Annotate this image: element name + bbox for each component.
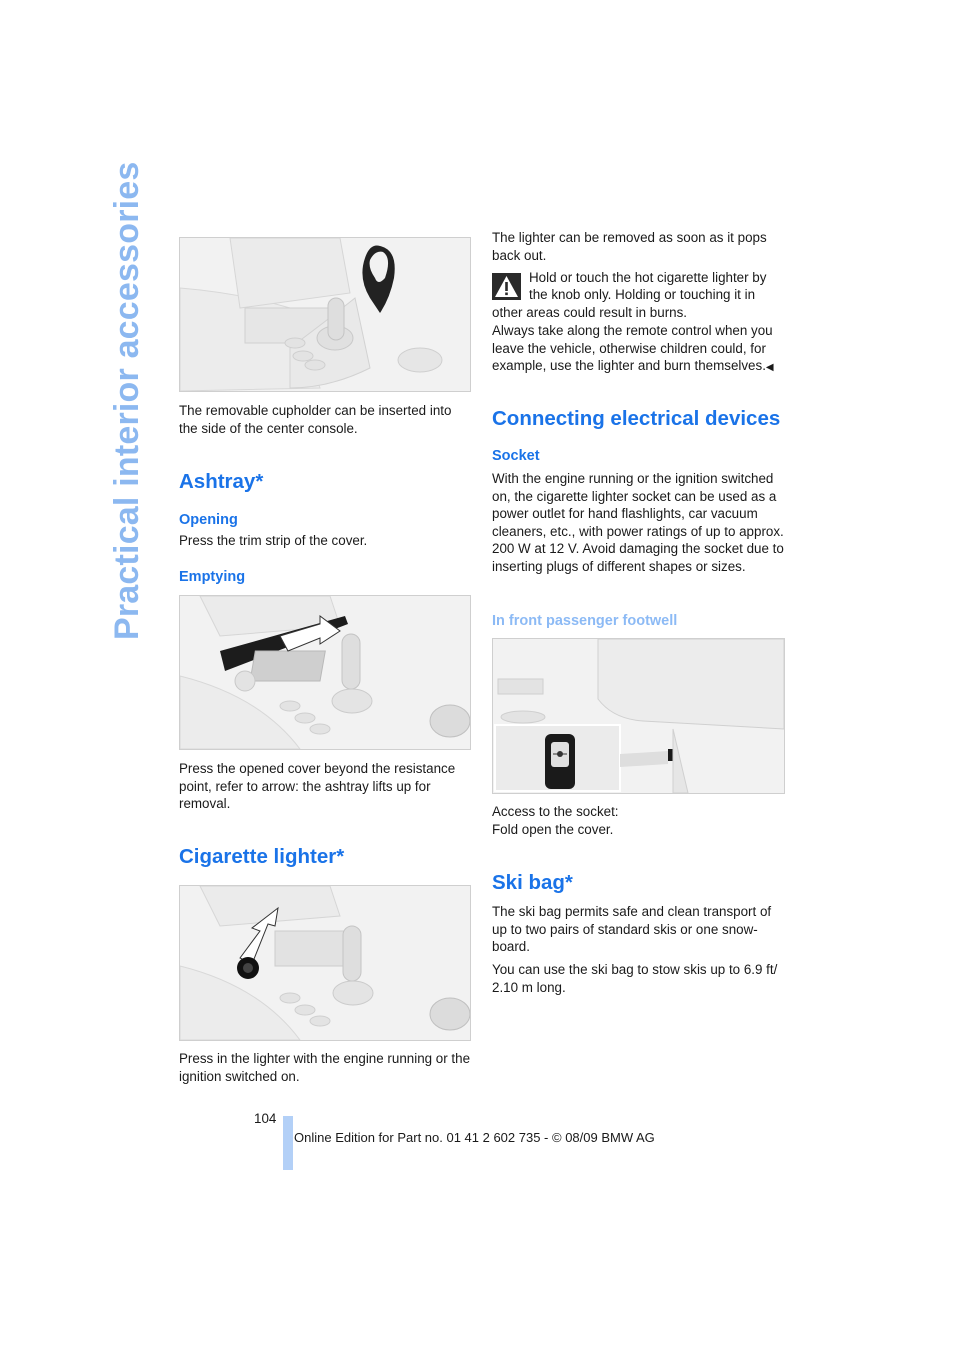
cupholder-illustration [179,237,471,392]
access-text-line1: Access to the socket: [492,804,619,819]
warning-text-remote: Always take along the remote control whe… [492,322,788,377]
ski-bag-text2: You can use the ski bag to stow skis up … [492,962,778,995]
cupholder-drawing [180,238,470,391]
emptying-text: Press the opened cover beyond the resist… [179,761,456,812]
warning-text-line1: Hold or touch the hot cigarette lighter … [529,270,767,285]
ashtray-drawing [180,596,470,749]
connecting-devices-heading: Connecting electrical devices [492,407,781,430]
warning-triangle-icon [492,273,521,300]
emptying-heading: Emptying [179,569,246,585]
warning-remote-text: Always take along the remote control whe… [492,323,773,374]
lighter-removed-text: The lighter can be removed as soon as it… [492,230,767,263]
cigarette-lighter-illustration [179,885,471,1041]
opening-text: Press the trim strip of the cover. [179,533,368,548]
footwell-heading: In front passenger footwell [492,613,678,629]
ashtray-illustration [179,595,471,750]
end-of-section-mark: ◀ [765,362,774,374]
cupholder-caption: The removable cupholder can be inserted … [179,403,452,436]
socket-text: With the engine running or the ignition … [492,471,784,574]
page-number: 104 [254,1111,277,1126]
ski-bag-text1: The ski bag permits safe and clean trans… [492,904,772,955]
edition-text: Online Edition for Part no. 01 41 2 602 … [294,1130,655,1145]
warning-text-rest: other areas could result in burns. [492,305,688,320]
ashtray-heading: Ashtray* [179,470,264,493]
cigarette-lighter-heading: Cigarette lighter* [179,845,345,868]
cigarette-lighter-text: Press in the lighter with the engine run… [179,1051,471,1084]
footwell-drawing [493,639,784,793]
opening-heading: Opening [179,512,238,528]
socket-heading: Socket [492,448,540,464]
lighter-drawing [180,886,470,1040]
footer-accent-bar [283,1116,293,1170]
ski-bag-heading: Ski bag* [492,871,573,894]
access-text-line2: Fold open the cover. [492,822,614,837]
warning-text-line2: the knob only. Holding or touching it in [529,287,756,302]
section-side-title: Practical interior accessories [108,161,146,641]
footwell-socket-illustration [492,638,785,794]
